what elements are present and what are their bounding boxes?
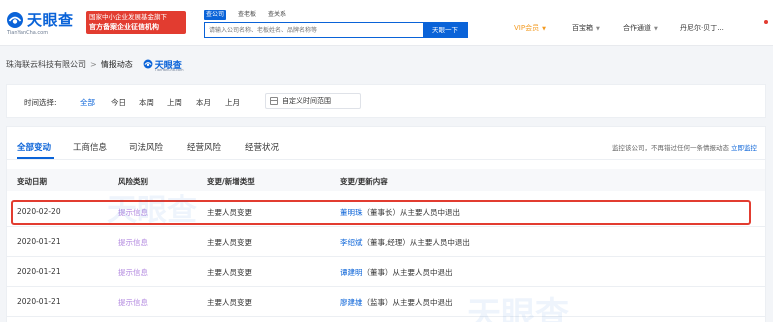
nav-cooperation-label: 合作通道 bbox=[623, 24, 651, 32]
filter-option-today[interactable]: 今日 bbox=[111, 97, 126, 108]
row-change-content: 董明珠（董事长）从主要人员中退出 bbox=[340, 207, 460, 218]
logo-domain: TianYanCha.com bbox=[7, 30, 49, 36]
column-header-date: 变动日期 bbox=[17, 177, 47, 186]
breadcrumb-current: 情报动态 bbox=[100, 59, 133, 69]
row-risk-tag[interactable]: 提示信息 bbox=[118, 267, 148, 278]
row-change-type: 主要人员变更 bbox=[207, 208, 252, 217]
table-row: 2020-01-21 提示信息 主要人员变更 李绍斌（董事,经理）从主要人员中退… bbox=[7, 227, 765, 257]
tab-judicial-risk[interactable]: 司法风险 bbox=[129, 141, 163, 153]
table-header: 变动日期 风险类别 变更/新增类型 变更/更新内容 bbox=[7, 169, 765, 191]
logo-eye-icon bbox=[7, 12, 23, 28]
top-header: 天眼查 TianYanCha.com 国家中小企业发展基金旗下 官方备案企业征信… bbox=[0, 0, 773, 46]
table-row: 2020-02-20 提示信息 主要人员变更 董明珠（董事长）从主要人员中退出 bbox=[7, 197, 765, 227]
official-badge: 国家中小企业发展基金旗下 官方备案企业征信机构 bbox=[86, 11, 186, 34]
mini-logo-domain: TianYanCha.com bbox=[154, 67, 184, 72]
person-role: （董事） bbox=[362, 268, 393, 277]
change-action: 从主要人员中退出 bbox=[400, 208, 460, 217]
tab-operating-status[interactable]: 经营状况 bbox=[245, 141, 279, 153]
nav-user-label: 丹尼尔·贝丁... bbox=[680, 24, 724, 32]
table-row: 2020-01-21 提示信息 主要人员变更 谭建明（董事）从主要人员中退出 bbox=[7, 257, 765, 287]
column-header-content: 变更/更新内容 bbox=[340, 177, 388, 186]
row-change-type: 主要人员变更 bbox=[207, 298, 252, 307]
badge-line-1: 国家中小企业发展基金旗下 bbox=[89, 13, 167, 21]
logo-eye-icon bbox=[143, 59, 153, 69]
chevron-down-icon: ▼ bbox=[596, 26, 600, 32]
breadcrumb: 珠海联云科技有限公司 > 情报动态 天眼查 TianYanCha.com bbox=[6, 55, 184, 73]
row-change-type: 主要人员变更 bbox=[207, 268, 252, 277]
mini-logo-text: 天眼查 TianYanCha.com bbox=[154, 58, 184, 72]
nav-user-menu[interactable]: 丹尼尔·贝丁... bbox=[680, 23, 724, 33]
monitor-now-link[interactable]: 立即监控 bbox=[731, 142, 757, 152]
row-risk-tag[interactable]: 提示信息 bbox=[118, 237, 148, 248]
tab-business-info[interactable]: 工商信息 bbox=[73, 141, 107, 153]
nav-vip-member[interactable]: VIP会员 ▼ bbox=[514, 23, 546, 33]
row-risk-tag[interactable]: 提示信息 bbox=[118, 297, 148, 308]
time-filter-panel: 时间选择: 全部 今日 本周 上周 本月 上月 自定义时间范围 bbox=[6, 84, 766, 118]
search-input[interactable] bbox=[205, 23, 423, 37]
calendar-icon bbox=[270, 97, 278, 105]
custom-time-range-label: 自定义时间范围 bbox=[282, 97, 331, 105]
person-role: （董事,经理） bbox=[362, 238, 410, 247]
row-risk-tag[interactable]: 提示信息 bbox=[118, 207, 148, 218]
tab-all-changes[interactable]: 全部变动 bbox=[17, 141, 51, 153]
row-date: 2020-01-21 bbox=[17, 297, 61, 306]
logo-text: 天眼查 bbox=[27, 11, 74, 29]
nav-cooperation[interactable]: 合作通道 ▼ bbox=[623, 23, 658, 33]
chevron-down-icon: ▼ bbox=[654, 26, 658, 32]
nav-treasure-label: 百宝箱 bbox=[572, 24, 593, 32]
row-date: 2020-01-21 bbox=[17, 267, 61, 276]
nav-treasure-box[interactable]: 百宝箱 ▼ bbox=[572, 23, 600, 33]
row-date: 2020-01-21 bbox=[17, 237, 61, 246]
row-change-type: 主要人员变更 bbox=[207, 238, 252, 247]
filter-option-all[interactable]: 全部 bbox=[80, 97, 95, 108]
tab-operating-risk[interactable]: 经营风险 bbox=[187, 141, 221, 153]
breadcrumb-company[interactable]: 珠海联云科技有限公司 bbox=[6, 59, 86, 70]
row-change-content: 廖建雄（监事）从主要人员中退出 bbox=[340, 297, 453, 308]
notification-dot bbox=[764, 20, 768, 24]
tabs-divider bbox=[7, 159, 765, 160]
person-role: （监事） bbox=[362, 298, 393, 307]
person-link[interactable]: 廖建雄 bbox=[340, 298, 363, 307]
person-link[interactable]: 谭建明 bbox=[340, 268, 363, 277]
table-row: 2020-01-21 提示信息 主要人员变更 廖建雄（监事）从主要人员中退出 bbox=[7, 287, 765, 317]
badge-line-2: 官方备案企业征信机构 bbox=[89, 22, 159, 31]
search-box: 天眼一下 bbox=[204, 22, 468, 38]
row-date: 2020-02-20 bbox=[17, 207, 61, 216]
column-header-type: 变更/新增类型 bbox=[207, 177, 255, 186]
nav-vip-label: VIP会员 bbox=[514, 24, 540, 32]
filter-option-last-week[interactable]: 上周 bbox=[167, 97, 182, 108]
change-action: 从主要人员中退出 bbox=[409, 238, 470, 247]
chevron-down-icon: ▼ bbox=[542, 26, 546, 32]
search-tab-company[interactable]: 查公司 bbox=[204, 10, 227, 20]
search-tab-boss[interactable]: 查老板 bbox=[236, 10, 258, 20]
search-button[interactable]: 天眼一下 bbox=[423, 23, 467, 37]
tianyancha-logo[interactable]: 天眼查 TianYanCha.com bbox=[6, 9, 78, 39]
filter-option-this-week[interactable]: 本周 bbox=[139, 97, 154, 108]
monitor-note: 监控该公司，不再错过任何一条情报动态 bbox=[612, 144, 729, 152]
change-action: 从主要人员中退出 bbox=[392, 268, 453, 277]
custom-time-range-button[interactable]: 自定义时间范围 bbox=[265, 93, 361, 109]
row-change-content: 李绍斌（董事,经理）从主要人员中退出 bbox=[340, 237, 470, 248]
person-link[interactable]: 董明珠 bbox=[340, 208, 363, 217]
person-link[interactable]: 李绍斌 bbox=[340, 238, 363, 247]
row-change-content: 谭建明（董事）从主要人员中退出 bbox=[340, 267, 453, 278]
breadcrumb-separator: > bbox=[90, 59, 97, 69]
dynamics-panel: 全部变动 工商信息 司法风险 经营风险 经营状况 监控该公司，不再错过任何一条情… bbox=[6, 126, 766, 322]
column-header-risk: 风险类别 bbox=[118, 177, 148, 186]
person-role: （董事长） bbox=[362, 208, 401, 217]
change-action: 从主要人员中退出 bbox=[392, 298, 453, 307]
search-tab-relation[interactable]: 查关系 bbox=[266, 10, 288, 20]
time-filter-label: 时间选择: bbox=[24, 98, 57, 107]
filter-option-this-month[interactable]: 本月 bbox=[196, 97, 211, 108]
mini-logo: 天眼查 TianYanCha.com bbox=[143, 58, 184, 72]
filter-option-last-month[interactable]: 上月 bbox=[225, 97, 240, 108]
